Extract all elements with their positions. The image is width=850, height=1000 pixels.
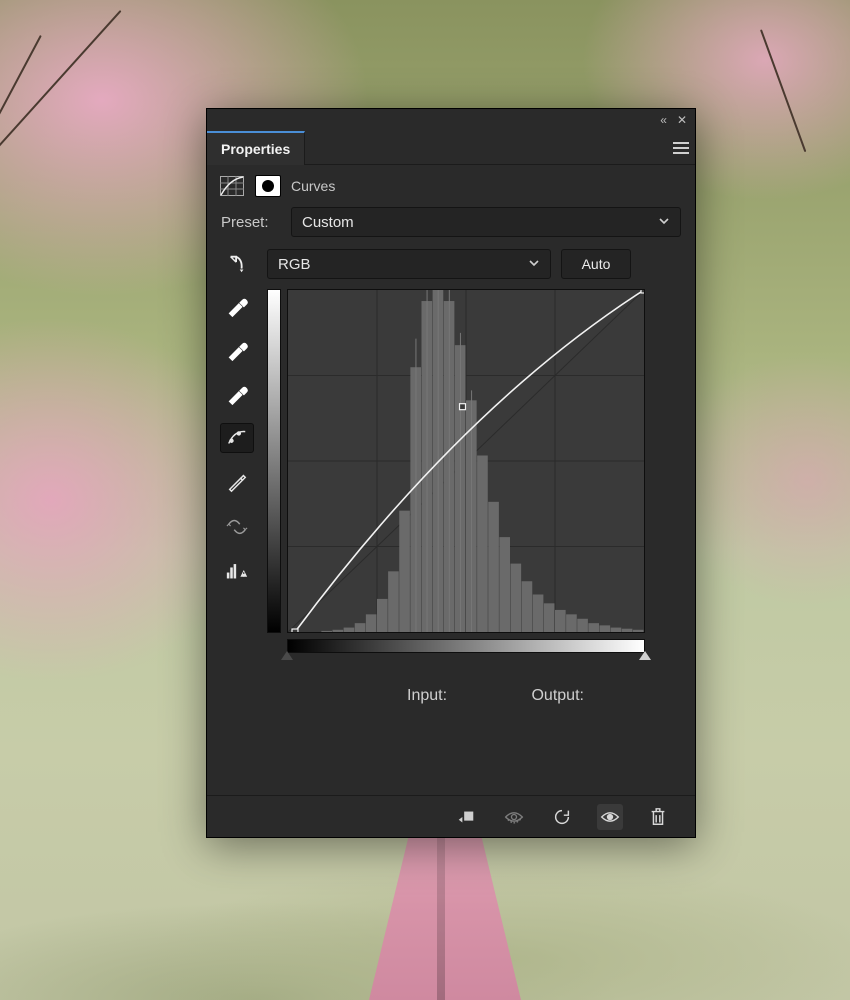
tab-label: Properties	[221, 141, 290, 157]
chevron-down-icon	[658, 214, 670, 231]
layer-mask-icon[interactable]	[255, 175, 281, 197]
channel-row: RGB Auto	[207, 243, 695, 285]
hand-target-icon[interactable]	[217, 249, 257, 279]
white-point-slider[interactable]	[639, 651, 651, 660]
adjustment-type-row: Curves	[207, 165, 695, 201]
trash-icon[interactable]	[645, 804, 671, 830]
input-label: Input:	[407, 687, 447, 704]
collapse-icon[interactable]: «	[660, 113, 667, 127]
pencil-icon[interactable]	[220, 467, 254, 497]
tab-properties[interactable]: Properties	[207, 131, 305, 165]
channel-value: RGB	[278, 256, 311, 273]
panel-tabbar: Properties	[207, 131, 695, 165]
clip-to-layer-icon[interactable]	[453, 804, 479, 830]
smooth-icon[interactable]	[220, 511, 254, 541]
output-label: Output:	[531, 687, 583, 704]
chevron-down-icon	[528, 256, 540, 273]
auto-label: Auto	[582, 256, 611, 272]
close-icon[interactable]: ✕	[677, 113, 687, 127]
eyedropper-gray-icon[interactable]	[220, 335, 254, 365]
curves-graph[interactable]	[287, 289, 645, 633]
curve-point-icon[interactable]	[220, 423, 254, 453]
auto-button[interactable]: Auto	[561, 249, 631, 279]
view-previous-icon[interactable]	[501, 804, 527, 830]
clip-warning-icon[interactable]	[220, 555, 254, 585]
channel-dropdown[interactable]: RGB	[267, 249, 551, 279]
io-readout: Input: Output:	[267, 659, 628, 705]
visibility-icon[interactable]	[597, 804, 623, 830]
curves-graph-area: Input: Output:	[267, 289, 681, 689]
eyedropper-black-icon[interactable]	[220, 291, 254, 321]
eyedropper-white-icon[interactable]	[220, 379, 254, 409]
panel-footer	[207, 795, 695, 837]
preset-row: Preset: Custom	[207, 201, 695, 243]
panel-menu-icon[interactable]	[667, 142, 695, 154]
properties-panel: « ✕ Properties Curves Preset: Custom	[206, 108, 696, 838]
preset-label: Preset:	[221, 214, 279, 231]
curves-main: Input: Output:	[207, 285, 695, 693]
curves-adjustment-icon[interactable]	[219, 175, 245, 197]
panel-titlebar: « ✕	[207, 109, 695, 131]
preset-value: Custom	[302, 214, 354, 231]
figure-dress	[345, 810, 545, 1000]
preset-dropdown[interactable]: Custom	[291, 207, 681, 237]
reset-icon[interactable]	[549, 804, 575, 830]
output-gradient	[267, 289, 281, 633]
input-gradient	[287, 639, 645, 653]
curves-toolbar	[215, 289, 259, 689]
adjustment-type-label: Curves	[291, 178, 335, 194]
